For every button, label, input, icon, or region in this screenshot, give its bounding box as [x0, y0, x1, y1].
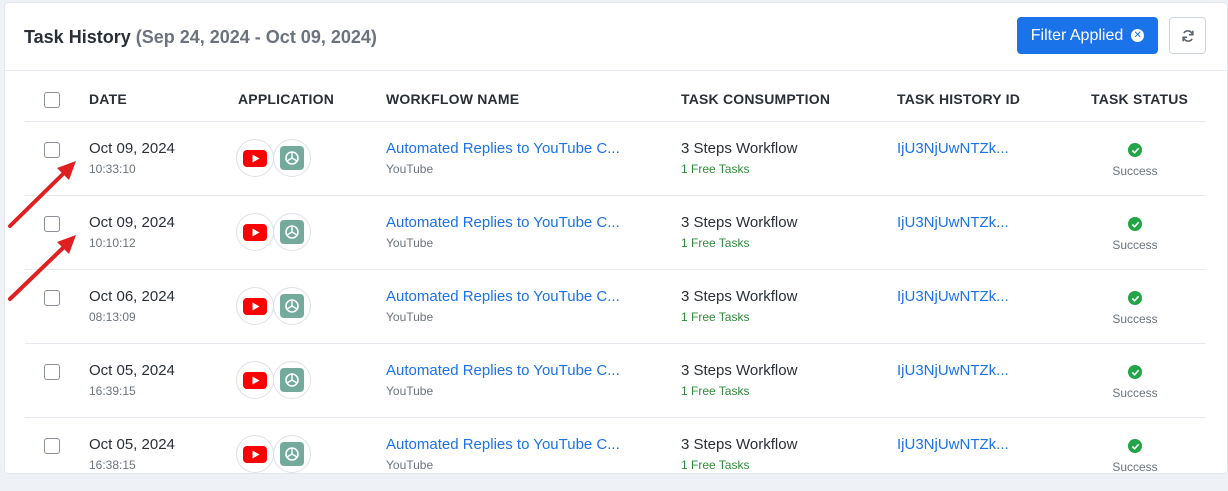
task-history-id-link[interactable]: IjU3NjUwNTZk... — [897, 288, 1009, 305]
table-row[interactable]: Oct 06, 2024 08:13:09 Automated Replies … — [25, 270, 1206, 344]
column-task-consumption[interactable]: TASK CONSUMPTION — [681, 91, 830, 107]
row-date: Oct 05, 2024 — [89, 436, 175, 453]
youtube-icon — [236, 361, 274, 399]
row-time: 16:38:15 — [89, 458, 136, 472]
youtube-icon — [236, 287, 274, 325]
row-date: Oct 09, 2024 — [89, 214, 175, 231]
row-checkbox[interactable] — [44, 364, 60, 380]
check-circle-icon — [1128, 291, 1142, 305]
row-applications — [236, 287, 316, 327]
status-label: Success — [1112, 164, 1158, 178]
row-date: Oct 09, 2024 — [89, 140, 175, 157]
column-task-history-id[interactable]: TASK HISTORY ID — [897, 91, 1020, 107]
openai-icon — [273, 139, 311, 177]
status-label: Success — [1112, 312, 1158, 326]
openai-icon — [273, 213, 311, 251]
workflow-app: YouTube — [386, 458, 434, 472]
column-workflow-name[interactable]: WORKFLOW NAME — [386, 91, 519, 107]
status-label: Success — [1112, 238, 1158, 252]
panel-header: Task History (Sep 24, 2024 - Oct 09, 202… — [5, 3, 1227, 71]
youtube-icon — [236, 435, 274, 473]
row-checkbox[interactable] — [44, 142, 60, 158]
table-row[interactable]: Oct 05, 2024 16:38:15 Automated Replies … — [25, 418, 1206, 491]
table-header: DATE APPLICATION WORKFLOW NAME TASK CONS… — [25, 71, 1206, 122]
workflow-app: YouTube — [386, 310, 434, 324]
workflow-name-link[interactable]: Automated Replies to YouTube C... — [386, 436, 620, 453]
row-date: Oct 06, 2024 — [89, 288, 175, 305]
youtube-icon — [236, 213, 274, 251]
task-history-id-link[interactable]: IjU3NjUwNTZk... — [897, 362, 1009, 379]
workflow-name-link[interactable]: Automated Replies to YouTube C... — [386, 362, 620, 379]
check-circle-icon — [1128, 439, 1142, 453]
table-row[interactable]: Oct 09, 2024 10:33:10 Automated Replies … — [25, 122, 1206, 196]
status-label: Success — [1112, 460, 1158, 474]
row-checkbox[interactable] — [44, 216, 60, 232]
youtube-icon — [236, 139, 274, 177]
status-label: Success — [1112, 386, 1158, 400]
workflow-name-link[interactable]: Automated Replies to YouTube C... — [386, 288, 620, 305]
column-date[interactable]: DATE — [89, 91, 127, 107]
check-circle-icon — [1128, 217, 1142, 231]
column-application[interactable]: APPLICATION — [238, 91, 334, 107]
free-tasks: 1 Free Tasks — [681, 458, 750, 472]
close-circle-icon[interactable]: ✕ — [1131, 29, 1145, 42]
workflow-app: YouTube — [386, 384, 434, 398]
free-tasks: 1 Free Tasks — [681, 236, 750, 250]
filter-applied-button[interactable]: Filter Applied ✕ — [1017, 17, 1158, 54]
task-history-panel: Task History (Sep 24, 2024 - Oct 09, 202… — [4, 2, 1228, 474]
workflow-app: YouTube — [386, 162, 434, 176]
row-applications — [236, 435, 316, 475]
select-all-checkbox[interactable] — [44, 92, 60, 108]
refresh-button[interactable] — [1169, 17, 1206, 54]
table-row[interactable]: Oct 05, 2024 16:39:15 Automated Replies … — [25, 344, 1206, 418]
row-date: Oct 05, 2024 — [89, 362, 175, 379]
row-time: 10:10:12 — [89, 236, 136, 250]
openai-icon — [273, 435, 311, 473]
workflow-name-link[interactable]: Automated Replies to YouTube C... — [386, 140, 620, 157]
refresh-icon — [1181, 29, 1194, 42]
row-checkbox[interactable] — [44, 438, 60, 454]
free-tasks: 1 Free Tasks — [681, 162, 750, 176]
task-consumption: 3 Steps Workflow — [681, 214, 798, 231]
workflow-app: YouTube — [386, 236, 434, 250]
task-consumption: 3 Steps Workflow — [681, 288, 798, 305]
date-range: (Sep 24, 2024 - Oct 09, 2024) — [135, 27, 377, 47]
row-applications — [236, 213, 316, 253]
row-applications — [236, 139, 316, 179]
filter-label: Filter Applied — [1030, 26, 1124, 44]
row-time: 10:33:10 — [89, 162, 136, 176]
workflow-name-link[interactable]: Automated Replies to YouTube C... — [386, 214, 620, 231]
openai-icon — [273, 287, 311, 325]
task-consumption: 3 Steps Workflow — [681, 362, 798, 379]
free-tasks: 1 Free Tasks — [681, 310, 750, 324]
row-time: 08:13:09 — [89, 310, 136, 324]
task-history-id-link[interactable]: IjU3NjUwNTZk... — [897, 436, 1009, 453]
column-task-status[interactable]: TASK STATUS — [1091, 91, 1188, 107]
page-title: Task History (Sep 24, 2024 - Oct 09, 202… — [24, 27, 377, 48]
task-history-id-link[interactable]: IjU3NjUwNTZk... — [897, 140, 1009, 157]
check-circle-icon — [1128, 365, 1142, 379]
table-row[interactable]: Oct 09, 2024 10:10:12 Automated Replies … — [25, 196, 1206, 270]
row-applications — [236, 361, 316, 401]
check-circle-icon — [1128, 143, 1142, 157]
openai-icon — [273, 361, 311, 399]
free-tasks: 1 Free Tasks — [681, 384, 750, 398]
title-text: Task History — [24, 27, 131, 47]
row-time: 16:39:15 — [89, 384, 136, 398]
task-consumption: 3 Steps Workflow — [681, 436, 798, 453]
task-consumption: 3 Steps Workflow — [681, 140, 798, 157]
row-checkbox[interactable] — [44, 290, 60, 306]
task-history-id-link[interactable]: IjU3NjUwNTZk... — [897, 214, 1009, 231]
